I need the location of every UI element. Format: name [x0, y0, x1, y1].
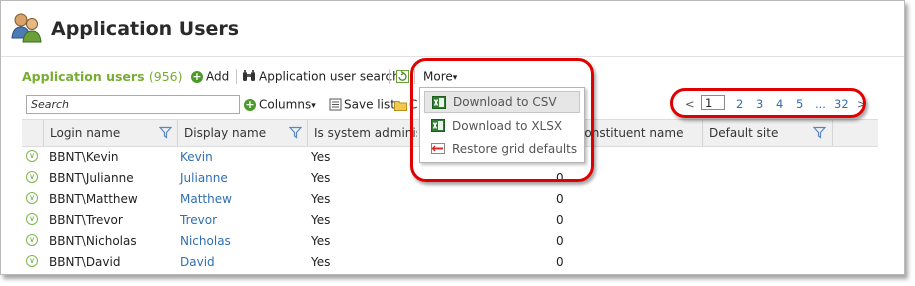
refresh-icon[interactable] [396, 70, 409, 83]
cell-login-name: BBNT\Julianne [49, 171, 134, 185]
column-header-constituent-name[interactable]: Constituent name [577, 120, 702, 146]
column-header-label: Is system adminis... [314, 126, 417, 140]
cell-is-system-admin: Yes [311, 255, 331, 269]
expand-row-icon[interactable]: ∨ [26, 171, 38, 183]
cell-login-name: BBNT\David [49, 255, 121, 269]
users-icon [11, 13, 42, 43]
table-row[interactable]: ∨ BBNT\David David Yes 0 [22, 252, 878, 273]
section-count: (956) [148, 69, 183, 84]
cell-display-name[interactable]: Nicholas [180, 231, 231, 252]
cell-login-name: BBNT\Trevor [49, 213, 123, 227]
cell-count: 0 [556, 192, 564, 206]
table-row[interactable]: ∨ BBNT\Trevor Trevor Yes 0 [22, 210, 878, 231]
highlight-pager [670, 88, 866, 118]
add-icon: + [191, 69, 203, 83]
columns-icon: + [244, 97, 256, 111]
cell-count: 0 [556, 213, 564, 227]
column-header-login-name[interactable]: Login name [43, 120, 177, 146]
column-header-label: Default site [709, 126, 779, 140]
application-user-search-button[interactable]: Application user search [242, 69, 400, 84]
filter-icon[interactable] [813, 126, 826, 139]
cell-login-name: BBNT\Nicholas [49, 234, 137, 248]
cell-display-name[interactable]: Julianne [180, 168, 228, 189]
expand-row-icon[interactable]: ∨ [26, 255, 38, 267]
cell-is-system-admin: Yes [311, 171, 331, 185]
add-label: Add [206, 69, 230, 84]
section-title: Application users (956) [22, 69, 183, 84]
cell-is-system-admin: Yes [311, 192, 331, 206]
column-header-default-site[interactable]: Default site [702, 120, 832, 146]
chevron-down-icon: ▾ [311, 101, 316, 111]
cell-is-system-admin: Yes [311, 150, 331, 164]
expand-row-icon[interactable]: ∨ [26, 213, 38, 225]
section-title-label: Application users [22, 69, 145, 84]
table-row[interactable]: ∨ BBNT\Matthew Matthew Yes 0 [22, 189, 878, 210]
save-list-icon [329, 98, 342, 111]
columns-dropdown-button[interactable]: + Columns▾ [244, 97, 316, 112]
cell-display-name[interactable]: Matthew [180, 189, 232, 210]
search-input[interactable]: Search [26, 95, 240, 114]
toolbar-divider [389, 69, 390, 84]
highlight-more-menu [410, 58, 594, 182]
folder-icon [394, 100, 407, 111]
cell-display-name[interactable]: Trevor [180, 210, 217, 231]
cell-count: 0 [556, 255, 564, 269]
application-window: Application Users Application users (956… [0, 0, 905, 275]
column-header-spacer [832, 120, 878, 146]
column-header-display-name[interactable]: Display name [177, 120, 307, 146]
cell-is-system-admin: Yes [311, 213, 331, 227]
expand-row-icon[interactable]: ∨ [26, 192, 38, 204]
binoculars-icon [243, 70, 255, 81]
cell-count: 0 [556, 234, 564, 248]
filter-icon[interactable] [289, 126, 302, 139]
column-header-label: Display name [184, 126, 267, 140]
header-divider [1, 56, 904, 57]
expand-row-icon[interactable]: ∨ [26, 234, 38, 246]
column-header-label: Login name [50, 126, 121, 140]
column-header-is-system-admin[interactable]: Is system adminis... [307, 120, 417, 146]
toolbar-divider [236, 69, 237, 84]
cell-is-system-admin: Yes [311, 234, 331, 248]
expand-row-icon[interactable]: ∨ [26, 150, 38, 162]
page-title: Application Users [51, 18, 240, 40]
add-button[interactable]: + Add [191, 69, 229, 84]
columns-label: Columns [259, 97, 312, 112]
save-list-label: Save list [344, 97, 395, 112]
cell-display-name[interactable]: Kevin [180, 147, 213, 168]
save-list-button[interactable]: Save list [329, 97, 395, 112]
application-user-search-label: Application user search [259, 69, 400, 84]
cell-display-name[interactable]: David [180, 252, 215, 273]
cell-login-name: BBNT\Kevin [49, 150, 119, 164]
table-row[interactable]: ∨ BBNT\Nicholas Nicholas Yes 0 [22, 231, 878, 252]
cell-login-name: BBNT\Matthew [49, 192, 138, 206]
filter-icon[interactable] [159, 126, 172, 139]
